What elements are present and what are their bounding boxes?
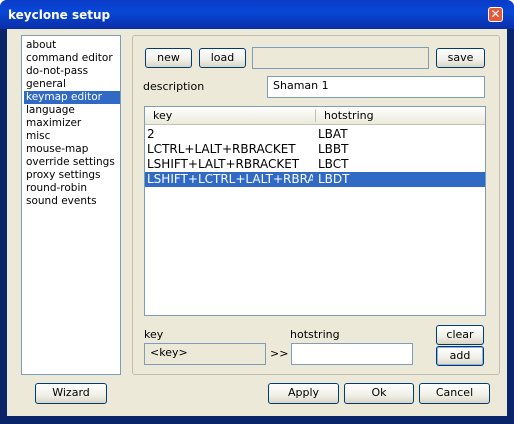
sidebar-item-proxy-settings[interactable]: proxy settings: [24, 169, 101, 182]
sidebar-item-round-robin[interactable]: round-robin: [24, 182, 87, 195]
hotstring-cell: LBCT: [318, 157, 349, 171]
sidebar-item-misc[interactable]: misc: [24, 130, 50, 143]
keymap-path-field[interactable]: [252, 47, 429, 69]
apply-button[interactable]: Apply: [268, 383, 339, 404]
window-title: keyclone setup: [8, 8, 111, 22]
hotstring-cell: LBAT: [318, 127, 348, 141]
column-header-hotstring[interactable]: hotstring: [316, 107, 485, 124]
description-input[interactable]: Shaman 1: [267, 76, 485, 98]
table-row[interactable]: LSHIFT+LALT+RBRACKET LBCT: [145, 157, 485, 172]
column-header-key[interactable]: key: [145, 107, 315, 124]
sidebar-item-about[interactable]: about: [24, 39, 56, 52]
key-cell: LSHIFT+LALT+RBRACKET: [147, 157, 300, 171]
key-cell: 2: [147, 127, 155, 141]
sidebar-item-language[interactable]: language: [24, 104, 75, 117]
table-row[interactable]: LCTRL+LALT+RBRACKET LBBT: [145, 142, 485, 157]
table-row[interactable]: 2 LBAT: [145, 127, 485, 142]
table-row-selected[interactable]: LSHIFT+LCTRL+LALT+RBRA LBDT: [145, 172, 485, 187]
app-window: keyclone setup ✕ about command editor do…: [0, 0, 514, 424]
close-icon[interactable]: ✕: [488, 7, 503, 22]
sidebar-item-keymap-editor[interactable]: keymap editor: [24, 91, 120, 104]
hotstring-cell: LBBT: [318, 142, 349, 156]
key-cell: LSHIFT+LCTRL+LALT+RBRA: [147, 172, 313, 186]
key-cell: LCTRL+LALT+RBRACKET: [147, 142, 296, 156]
new-button[interactable]: new: [145, 48, 192, 68]
load-button[interactable]: load: [199, 48, 246, 68]
arrow-label: >>: [270, 347, 289, 360]
sidebar-item-general[interactable]: general: [24, 78, 66, 91]
sidebar-item-maximizer[interactable]: maximizer: [24, 117, 81, 130]
sidebar-item-sound-events[interactable]: sound events: [24, 195, 97, 208]
description-label: description: [143, 80, 205, 93]
title-bar[interactable]: keyclone setup ✕: [0, 0, 514, 29]
hotstring-input[interactable]: [291, 343, 413, 365]
hotstring-label: hotstring: [290, 328, 340, 341]
hotstring-cell: LBDT: [318, 172, 350, 186]
add-button[interactable]: add: [436, 346, 484, 366]
keymap-table[interactable]: key hotstring 2 LBAT LCTRL+LALT+RBRACKET…: [144, 106, 486, 316]
wizard-button[interactable]: Wizard: [35, 383, 107, 404]
table-header: key hotstring: [145, 107, 485, 125]
cancel-button[interactable]: Cancel: [419, 383, 490, 404]
sidebar-item-do-not-pass[interactable]: do-not-pass: [24, 65, 88, 78]
dialog-body: about command editor do-not-pass general…: [7, 29, 507, 416]
sidebar-item-mouse-map[interactable]: mouse-map: [24, 143, 88, 156]
ok-button[interactable]: Ok: [344, 383, 414, 404]
sidebar-item-override-settings[interactable]: override settings: [24, 156, 115, 169]
save-button[interactable]: save: [436, 48, 485, 68]
clear-button[interactable]: clear: [436, 325, 484, 345]
key-capture-field[interactable]: <key>: [144, 343, 266, 365]
settings-category-list[interactable]: about command editor do-not-pass general…: [21, 35, 121, 375]
key-label: key: [144, 328, 164, 341]
sidebar-item-command-editor[interactable]: command editor: [24, 52, 113, 65]
